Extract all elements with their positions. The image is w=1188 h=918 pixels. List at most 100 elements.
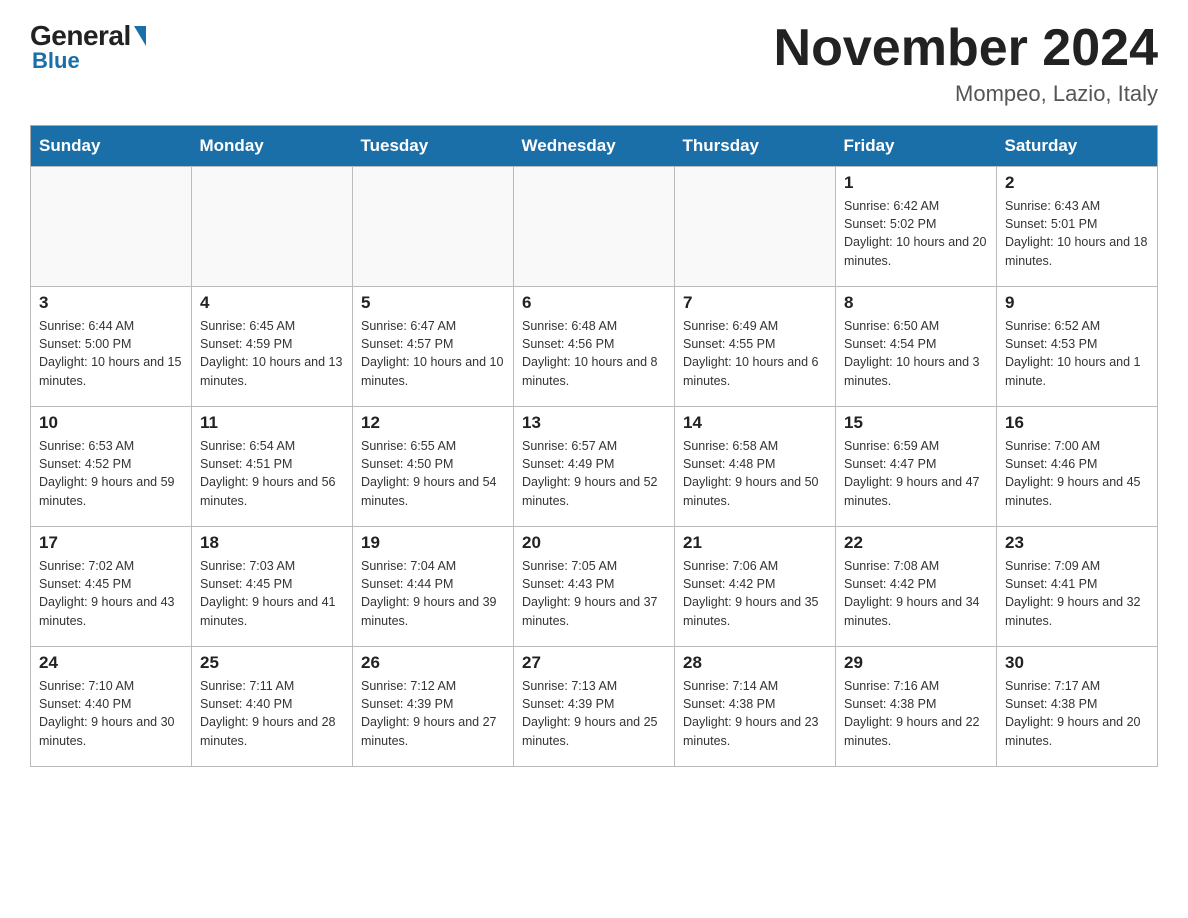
calendar-cell: 2 Sunrise: 6:43 AMSunset: 5:01 PMDaylight…	[997, 167, 1158, 287]
calendar-cell: 29Sunrise: 7:16 AMSunset: 4:38 PMDayligh…	[836, 647, 997, 767]
cell-sun-info: Sunrise: 6:52 AMSunset: 4:53 PMDaylight:…	[1005, 317, 1149, 390]
calendar-cell: 26 Sunrise: 7:12 AMSunset: 4:39 PMDayligh…	[353, 647, 514, 767]
calendar-title: November 2024	[774, 20, 1158, 77]
calendar-cell: 8 Sunrise: 6:50 AMSunset: 4:54 PMDaylight…	[836, 287, 997, 407]
cell-day-number: 30	[1005, 653, 1149, 673]
cell-day-number: 22	[844, 533, 988, 553]
calendar-cell: 27 Sunrise: 7:13 AMSunset: 4:39 PMDayligh…	[514, 647, 675, 767]
calendar-table: Sunday Monday Tuesday Wednesday Thursday…	[30, 125, 1158, 767]
cell-sun-info: Sunrise: 7:04 AMSunset: 4:44 PMDaylight:…	[361, 557, 505, 630]
calendar-cell	[675, 167, 836, 287]
cell-day-number: 21	[683, 533, 827, 553]
calendar-cell: 23 Sunrise: 7:09 AMSunset: 4:41 PMDayligh…	[997, 527, 1158, 647]
calendar-subtitle: Mompeo, Lazio, Italy	[774, 81, 1158, 107]
header-wednesday: Wednesday	[514, 126, 675, 167]
header-tuesday: Tuesday	[353, 126, 514, 167]
cell-day-number: 3	[39, 293, 183, 313]
cell-sun-info: Sunrise: 7:10 AMSunset: 4:40 PMDaylight:…	[39, 677, 183, 750]
cell-day-number: 1	[844, 173, 988, 193]
calendar-cell: 3Sunrise: 6:44 AMSunset: 5:00 PMDaylight…	[31, 287, 192, 407]
calendar-cell: 18Sunrise: 7:03 AMSunset: 4:45 PMDayligh…	[192, 527, 353, 647]
calendar-cell: 14Sunrise: 6:58 AMSunset: 4:48 PMDayligh…	[675, 407, 836, 527]
calendar-cell: 19 Sunrise: 7:04 AMSunset: 4:44 PMDayligh…	[353, 527, 514, 647]
calendar-cell: 11Sunrise: 6:54 AMSunset: 4:51 PMDayligh…	[192, 407, 353, 527]
logo-blue-text: Blue	[32, 48, 80, 74]
calendar-cell: 1 Sunrise: 6:42 AMSunset: 5:02 PMDaylight…	[836, 167, 997, 287]
logo: General Blue	[30, 20, 148, 74]
cell-day-number: 2	[1005, 173, 1149, 193]
cell-sun-info: Sunrise: 6:58 AMSunset: 4:48 PMDaylight:…	[683, 437, 827, 510]
header-saturday: Saturday	[997, 126, 1158, 167]
cell-sun-info: Sunrise: 7:13 AMSunset: 4:39 PMDaylight:…	[522, 677, 666, 750]
cell-sun-info: Sunrise: 6:43 AMSunset: 5:01 PMDaylight:…	[1005, 197, 1149, 270]
cell-sun-info: Sunrise: 7:14 AMSunset: 4:38 PMDaylight:…	[683, 677, 827, 750]
calendar-cell: 21 Sunrise: 7:06 AMSunset: 4:42 PMDayligh…	[675, 527, 836, 647]
cell-sun-info: Sunrise: 7:08 AMSunset: 4:42 PMDaylight:…	[844, 557, 988, 630]
cell-sun-info: Sunrise: 6:47 AMSunset: 4:57 PMDaylight:…	[361, 317, 505, 390]
calendar-cell: 15 Sunrise: 6:59 AMSunset: 4:47 PMDayligh…	[836, 407, 997, 527]
header-friday: Friday	[836, 126, 997, 167]
cell-day-number: 8	[844, 293, 988, 313]
cell-sun-info: Sunrise: 6:54 AMSunset: 4:51 PMDaylight:…	[200, 437, 344, 510]
cell-sun-info: Sunrise: 7:11 AMSunset: 4:40 PMDaylight:…	[200, 677, 344, 750]
cell-day-number: 16	[1005, 413, 1149, 433]
cell-day-number: 23	[1005, 533, 1149, 553]
header-sunday: Sunday	[31, 126, 192, 167]
cell-day-number: 26	[361, 653, 505, 673]
cell-sun-info: Sunrise: 7:02 AMSunset: 4:45 PMDaylight:…	[39, 557, 183, 630]
title-area: November 2024 Mompeo, Lazio, Italy	[774, 20, 1158, 107]
cell-sun-info: Sunrise: 7:05 AMSunset: 4:43 PMDaylight:…	[522, 557, 666, 630]
calendar-cell: 20 Sunrise: 7:05 AMSunset: 4:43 PMDayligh…	[514, 527, 675, 647]
cell-day-number: 4	[200, 293, 344, 313]
calendar-cell: 9 Sunrise: 6:52 AMSunset: 4:53 PMDaylight…	[997, 287, 1158, 407]
calendar-cell	[353, 167, 514, 287]
calendar-cell: 22 Sunrise: 7:08 AMSunset: 4:42 PMDayligh…	[836, 527, 997, 647]
calendar-cell: 7Sunrise: 6:49 AMSunset: 4:55 PMDaylight…	[675, 287, 836, 407]
cell-day-number: 25	[200, 653, 344, 673]
cell-day-number: 13	[522, 413, 666, 433]
cell-day-number: 5	[361, 293, 505, 313]
cell-day-number: 20	[522, 533, 666, 553]
cell-day-number: 27	[522, 653, 666, 673]
calendar-cell	[514, 167, 675, 287]
cell-sun-info: Sunrise: 6:50 AMSunset: 4:54 PMDaylight:…	[844, 317, 988, 390]
cell-sun-info: Sunrise: 7:09 AMSunset: 4:41 PMDaylight:…	[1005, 557, 1149, 630]
calendar-week-3: 10 Sunrise: 6:53 AMSunset: 4:52 PMDayligh…	[31, 407, 1158, 527]
cell-sun-info: Sunrise: 6:55 AMSunset: 4:50 PMDaylight:…	[361, 437, 505, 510]
calendar-cell: 10 Sunrise: 6:53 AMSunset: 4:52 PMDayligh…	[31, 407, 192, 527]
cell-day-number: 12	[361, 413, 505, 433]
calendar-cell: 30 Sunrise: 7:17 AMSunset: 4:38 PMDayligh…	[997, 647, 1158, 767]
page-header: General Blue November 2024 Mompeo, Lazio…	[30, 20, 1158, 107]
calendar-body: 1 Sunrise: 6:42 AMSunset: 5:02 PMDaylight…	[31, 167, 1158, 767]
calendar-week-1: 1 Sunrise: 6:42 AMSunset: 5:02 PMDaylight…	[31, 167, 1158, 287]
calendar-cell: 28 Sunrise: 7:14 AMSunset: 4:38 PMDayligh…	[675, 647, 836, 767]
calendar-cell: 13 Sunrise: 6:57 AMSunset: 4:49 PMDayligh…	[514, 407, 675, 527]
calendar-cell: 17 Sunrise: 7:02 AMSunset: 4:45 PMDayligh…	[31, 527, 192, 647]
calendar-cell: 25 Sunrise: 7:11 AMSunset: 4:40 PMDayligh…	[192, 647, 353, 767]
calendar-cell	[192, 167, 353, 287]
cell-day-number: 15	[844, 413, 988, 433]
header-thursday: Thursday	[675, 126, 836, 167]
cell-day-number: 24	[39, 653, 183, 673]
calendar-cell: 12 Sunrise: 6:55 AMSunset: 4:50 PMDayligh…	[353, 407, 514, 527]
cell-sun-info: Sunrise: 7:17 AMSunset: 4:38 PMDaylight:…	[1005, 677, 1149, 750]
cell-day-number: 10	[39, 413, 183, 433]
cell-day-number: 29	[844, 653, 988, 673]
calendar-cell: 16Sunrise: 7:00 AMSunset: 4:46 PMDayligh…	[997, 407, 1158, 527]
calendar-cell: 5 Sunrise: 6:47 AMSunset: 4:57 PMDaylight…	[353, 287, 514, 407]
cell-sun-info: Sunrise: 6:42 AMSunset: 5:02 PMDaylight:…	[844, 197, 988, 270]
calendar-cell	[31, 167, 192, 287]
calendar-header: Sunday Monday Tuesday Wednesday Thursday…	[31, 126, 1158, 167]
calendar-week-2: 3Sunrise: 6:44 AMSunset: 5:00 PMDaylight…	[31, 287, 1158, 407]
calendar-cell: 24 Sunrise: 7:10 AMSunset: 4:40 PMDayligh…	[31, 647, 192, 767]
cell-sun-info: Sunrise: 6:57 AMSunset: 4:49 PMDaylight:…	[522, 437, 666, 510]
cell-day-number: 28	[683, 653, 827, 673]
cell-day-number: 9	[1005, 293, 1149, 313]
cell-sun-info: Sunrise: 6:59 AMSunset: 4:47 PMDaylight:…	[844, 437, 988, 510]
cell-sun-info: Sunrise: 6:48 AMSunset: 4:56 PMDaylight:…	[522, 317, 666, 390]
cell-day-number: 19	[361, 533, 505, 553]
cell-sun-info: Sunrise: 6:53 AMSunset: 4:52 PMDaylight:…	[39, 437, 183, 510]
cell-day-number: 17	[39, 533, 183, 553]
cell-sun-info: Sunrise: 7:12 AMSunset: 4:39 PMDaylight:…	[361, 677, 505, 750]
cell-sun-info: Sunrise: 7:06 AMSunset: 4:42 PMDaylight:…	[683, 557, 827, 630]
